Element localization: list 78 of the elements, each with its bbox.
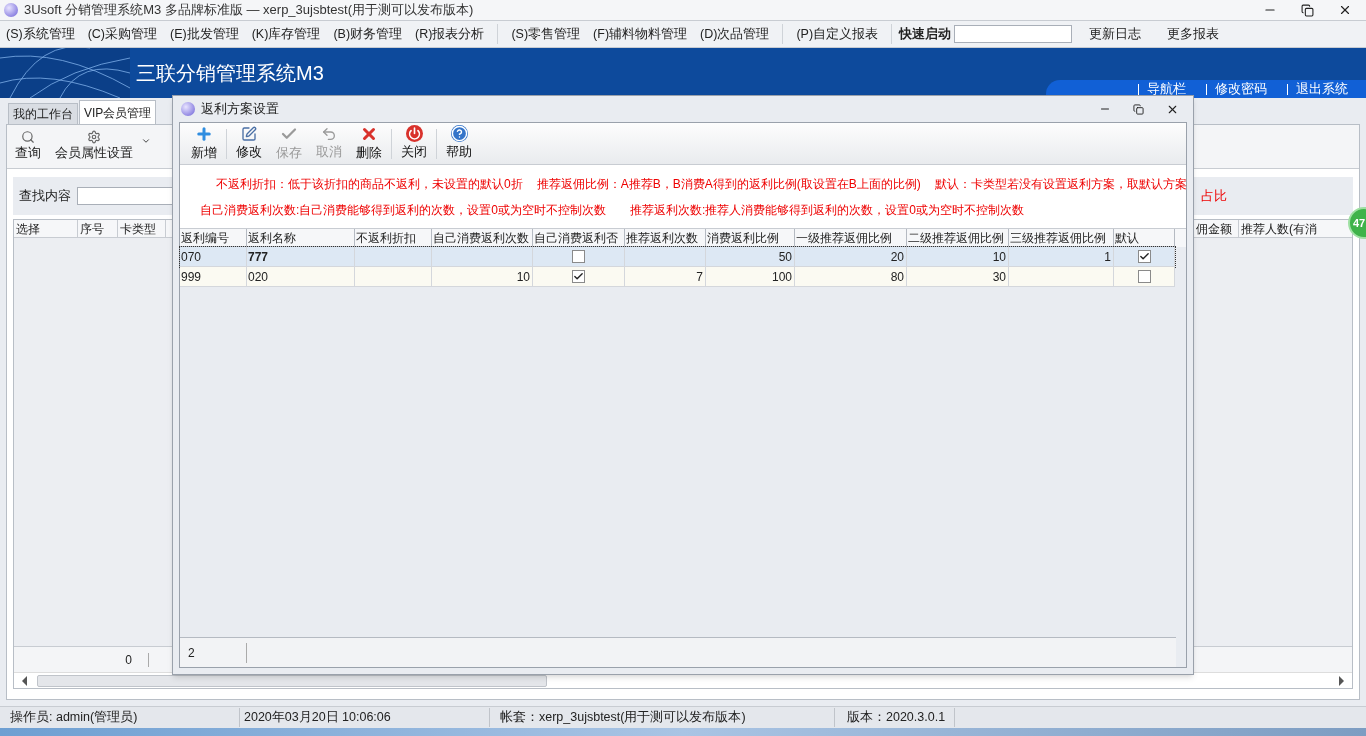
record-count: 2 xyxy=(187,644,196,662)
undo-icon xyxy=(321,125,337,142)
power-icon xyxy=(405,125,423,143)
menu-item[interactable]: (K)库存管理 xyxy=(251,24,321,44)
table-cell-text: 020 xyxy=(248,268,269,286)
dialog-logo-icon xyxy=(181,102,195,116)
status-text: 操作员: admin(管理员) xyxy=(0,708,240,727)
app-logo-icon xyxy=(4,3,18,17)
table-cell-text: 100 xyxy=(771,268,792,286)
menu-item[interactable]: (S)零售管理 xyxy=(511,24,581,44)
plus-icon xyxy=(195,124,213,143)
help-icon xyxy=(450,125,468,143)
banner-title: 三联分销管理系统M3 xyxy=(136,61,324,86)
toolbar-button[interactable]: 修改 xyxy=(229,125,269,162)
search-icon xyxy=(21,130,35,145)
table-cell-text: 070 xyxy=(181,248,202,266)
table-cell-text: 30 xyxy=(992,268,1006,286)
checkbox[interactable] xyxy=(572,270,585,283)
table-cell-text: 1 xyxy=(1104,248,1111,266)
table-cell-text: 777 xyxy=(248,248,269,266)
quick-launch-label: 快速启动 xyxy=(899,25,952,43)
table-cell-text: 10 xyxy=(992,248,1006,266)
note-text: 不返利折扣：低于该折扣的商品不返利，未设置的默认0折 xyxy=(216,175,523,193)
toolbar-button[interactable]: 会员属性设置 xyxy=(55,130,133,163)
menu-item[interactable]: (F)辅料物料管理 xyxy=(593,24,688,44)
tab[interactable]: 我的工作台 xyxy=(8,103,78,124)
table-row[interactable]: 070 777 50 20 10 1 xyxy=(180,247,1175,267)
pencil-icon xyxy=(241,125,257,142)
toolbar-button[interactable]: 查询 xyxy=(15,130,41,163)
column-header: 卡类型 xyxy=(118,220,166,237)
toolbar-button[interactable]: 帮助 xyxy=(439,125,479,162)
column-header: 佣金额 xyxy=(1195,221,1233,237)
menu-item[interactable]: (C)采购管理 xyxy=(87,24,158,44)
table-row[interactable]: 999 020 10 7 100 80 30 xyxy=(180,267,1175,287)
search-label: 查找内容 xyxy=(19,187,71,205)
table-cell-text: 7 xyxy=(696,268,703,286)
quick-launch-field[interactable] xyxy=(954,25,1073,43)
menu-item[interactable]: (E)批发管理 xyxy=(170,24,239,44)
banner-link[interactable]: 退出系统 xyxy=(1296,79,1348,99)
note-text: 默认：卡类型若没有设置返利方案，取默认方案 xyxy=(934,175,1187,193)
restore-icon[interactable] xyxy=(1301,3,1314,17)
menu-item[interactable]: (S)系统管理 xyxy=(6,24,75,44)
dialog-title: 返利方案设置 xyxy=(201,100,279,118)
note-text: 自己消费返利次数:自己消费能够得到返利的次数，设置0或为空时不控制次数 xyxy=(200,201,606,219)
menu-link[interactable]: 更新日志 xyxy=(1089,24,1142,44)
table-cell-text: 10 xyxy=(516,268,530,286)
column-header: 选择 xyxy=(14,220,78,237)
column-header: 推荐人数(有消 xyxy=(1238,220,1338,237)
note-text: 推荐返利次数:推荐人消费能够得到返利的次数，设置0或为空时不控制次数 xyxy=(630,201,1025,219)
table-cell-text: 50 xyxy=(778,248,792,266)
toolbar-button[interactable]: 关闭 xyxy=(394,125,434,162)
table-cell-text: 20 xyxy=(890,248,904,266)
banner-link[interactable]: 导航栏 xyxy=(1147,79,1186,99)
column-header: 序号 xyxy=(78,220,118,237)
window-title: 3Usoft 分销管理系统M3 多品牌标准版 — xerp_3ujsbtest(用于测可以发布版本) xyxy=(24,1,474,20)
checkbox[interactable] xyxy=(1137,270,1151,283)
menu-link[interactable]: 更多报表 xyxy=(1167,24,1220,44)
menu-item[interactable]: (P)自定义报表 xyxy=(796,24,879,44)
table-cell-text: 80 xyxy=(890,268,904,286)
note-text: 推荐返佣比例：A推荐B，B消费A得到的返利比例(取设置在B上面的比例) xyxy=(536,175,921,193)
footer-total: 0 xyxy=(124,651,133,669)
tab[interactable]: VIP会员管理 xyxy=(79,100,157,124)
checkbox[interactable] xyxy=(572,250,585,263)
menu-item[interactable]: (R)报表分析 xyxy=(415,24,485,44)
hint-text: 占比 xyxy=(1201,187,1227,206)
banner-link[interactable]: 修改密码 xyxy=(1215,79,1267,99)
status-text: 帐套：xerp_3ujsbtest(用于测可以发布版本) xyxy=(490,708,835,727)
table-cell-text: 999 xyxy=(181,268,202,286)
maximize-icon[interactable] xyxy=(1133,103,1144,115)
checkbox[interactable] xyxy=(1137,250,1151,263)
close-icon[interactable] xyxy=(1338,3,1352,17)
menu-item[interactable]: (D)次品管理 xyxy=(700,24,770,44)
toolbar-button[interactable]: 新增 xyxy=(184,124,224,163)
gear-icon xyxy=(87,130,101,145)
status-text: 2020年03月20日 10:06:06 xyxy=(240,708,490,727)
menu-item[interactable]: (B)财务管理 xyxy=(333,24,403,44)
toolbar-button[interactable]: 删除 xyxy=(349,124,389,163)
status-text: 版本：2020.3.0.1 xyxy=(835,708,955,727)
